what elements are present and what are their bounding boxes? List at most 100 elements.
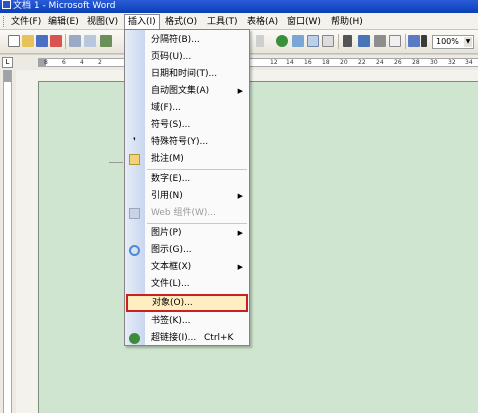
menu-item-page-numbers[interactable]: 页码(U)... <box>125 49 249 66</box>
toolbar-separator <box>338 34 339 49</box>
ruler-number: 30 <box>430 59 438 66</box>
show-hide-icon[interactable] <box>389 35 401 47</box>
menu-view[interactable]: 视图(V) <box>84 15 121 29</box>
menu-item-special-symbol[interactable]: ❜ 特殊符号(Y)... <box>125 134 249 151</box>
toolbar-separator <box>405 34 406 49</box>
menu-item-bookmark[interactable]: 书签(K)... <box>125 313 249 330</box>
menu-item-symbol[interactable]: 符号(S)... <box>125 117 249 134</box>
vertical-ruler-track <box>3 70 12 413</box>
menu-item-label: 对象(O)... <box>152 298 193 308</box>
menu-item-autotext[interactable]: 自动图文集(A) ▶ <box>125 83 249 100</box>
menu-item-label: 特殊符号(Y)... <box>151 137 209 147</box>
new-document-icon[interactable] <box>8 35 20 47</box>
menu-format[interactable]: 格式(O) <box>162 15 200 29</box>
ruler-margin <box>4 70 11 82</box>
ruler-number: 32 <box>448 59 456 66</box>
menu-item-label: 引用(N) <box>151 191 183 201</box>
menu-item-reference[interactable]: 引用(N) ▶ <box>125 188 249 205</box>
ruler-number: 28 <box>412 59 420 66</box>
open-folder-icon[interactable] <box>22 35 34 47</box>
insert-excel-icon[interactable] <box>322 35 334 47</box>
menu-grip[interactable] <box>3 16 6 27</box>
menu-item-label: 域(F)... <box>151 103 181 113</box>
menu-item-comment[interactable]: 批注(M) <box>125 151 249 168</box>
menu-edit[interactable]: 编辑(E) <box>45 15 82 29</box>
menu-item-text-box[interactable]: 文本框(X) ▶ <box>125 259 249 276</box>
submenu-arrow-icon: ▶ <box>237 87 243 95</box>
document-page[interactable] <box>38 81 478 413</box>
comma-icon: ❜ <box>133 137 136 147</box>
columns-icon[interactable] <box>343 35 352 47</box>
menu-item-label: 数字(E)... <box>151 174 191 184</box>
ruler-number: 26 <box>394 59 402 66</box>
menu-file[interactable]: 文件(F) <box>8 15 44 29</box>
research-icon[interactable] <box>408 35 420 47</box>
menu-item-diagram[interactable]: 图示(G)... <box>125 242 249 259</box>
hyperlink-globe-icon[interactable] <box>276 35 288 47</box>
menu-help[interactable]: 帮助(H) <box>328 15 366 29</box>
ruler-number: 14 <box>286 59 294 66</box>
menu-item-web-component[interactable]: Web 组件(W)... <box>125 205 249 222</box>
insert-table-icon[interactable] <box>307 35 319 47</box>
menu-table[interactable]: 表格(A) <box>244 15 281 29</box>
menu-item-hyperlink[interactable]: 超链接(I)... Ctrl+K <box>125 330 249 347</box>
menu-item-picture[interactable]: 图片(P) ▶ <box>125 225 249 242</box>
menu-item-date-time[interactable]: 日期和时间(T)... <box>125 66 249 83</box>
menu-separator <box>147 169 247 170</box>
zoom-box[interactable]: 100% ▼ <box>432 35 474 49</box>
tab-selector[interactable]: L <box>2 57 13 68</box>
menu-item-label: 自动图文集(A) <box>151 86 210 96</box>
menu-item-number[interactable]: 数字(E)... <box>125 171 249 188</box>
menu-item-label: Web 组件(W)... <box>151 208 216 218</box>
menu-item-file[interactable]: 文件(L)... <box>125 276 249 293</box>
drawing-icon[interactable] <box>358 35 370 47</box>
insert-menu: 分隔符(B)... 页码(U)... 日期和时间(T)... 自动图文集(A) ▶… <box>124 29 250 346</box>
diagram-icon <box>129 245 140 256</box>
menu-item-label: 页码(U)... <box>151 52 192 62</box>
print-icon[interactable] <box>69 35 81 47</box>
menu-item-label: 图示(G)... <box>151 245 192 255</box>
print-preview-icon[interactable] <box>84 35 96 47</box>
text-boundary-mark <box>109 162 123 163</box>
comment-icon <box>129 154 140 165</box>
ruler-number: 6 <box>62 59 66 66</box>
menu-insert[interactable]: 插入(I) <box>124 14 160 30</box>
redo-arrow-icon[interactable] <box>256 35 264 47</box>
menu-item-label: 日期和时间(T)... <box>151 69 218 79</box>
permission-icon[interactable] <box>50 35 62 47</box>
spelling-icon[interactable] <box>100 35 112 47</box>
pilcrow-icon[interactable] <box>421 35 427 47</box>
chevron-down-icon[interactable]: ▼ <box>464 37 472 47</box>
menu-window[interactable]: 窗口(W) <box>284 15 324 29</box>
menu-item-object[interactable]: 对象(O)... <box>126 294 248 312</box>
menu-item-label: 符号(S)... <box>151 120 191 130</box>
menu-tools[interactable]: 工具(T) <box>204 15 241 29</box>
save-icon[interactable] <box>36 35 48 47</box>
menu-item-label: 分隔符(B)... <box>151 35 200 45</box>
ruler-number: 18 <box>322 59 330 66</box>
zoom-value: 100% <box>436 37 459 46</box>
menu-item-label: 超链接(I)... <box>151 333 197 343</box>
title-bar: 文档 1 - Microsoft Word <box>0 0 478 13</box>
ruler-number: 12 <box>270 59 278 66</box>
document-map-icon[interactable] <box>374 35 386 47</box>
menu-item-shortcut: Ctrl+K <box>204 333 234 343</box>
word-app-icon <box>2 0 11 9</box>
ruler-number: 8 <box>44 59 48 66</box>
ruler-number: 16 <box>304 59 312 66</box>
ruler-number: 4 <box>80 59 84 66</box>
menu-item-field[interactable]: 域(F)... <box>125 100 249 117</box>
ruler-number: 2 <box>98 59 102 66</box>
submenu-arrow-icon: ▶ <box>237 192 243 200</box>
horizontal-ruler[interactable]: 8 6 4 2 12 14 16 18 20 22 24 26 28 30 32… <box>38 58 478 67</box>
menu-item-label: 文件(L)... <box>151 279 190 289</box>
submenu-arrow-icon: ▶ <box>237 229 243 237</box>
web-component-icon <box>129 208 140 219</box>
menu-item-break[interactable]: 分隔符(B)... <box>125 32 249 49</box>
tables-borders-icon[interactable] <box>292 35 304 47</box>
vertical-ruler[interactable] <box>0 70 16 413</box>
ruler-number: 24 <box>376 59 384 66</box>
menu-item-label: 书签(K)... <box>151 316 191 326</box>
menu-item-label: 图片(P) <box>151 228 182 238</box>
hyperlink-icon <box>129 333 140 344</box>
